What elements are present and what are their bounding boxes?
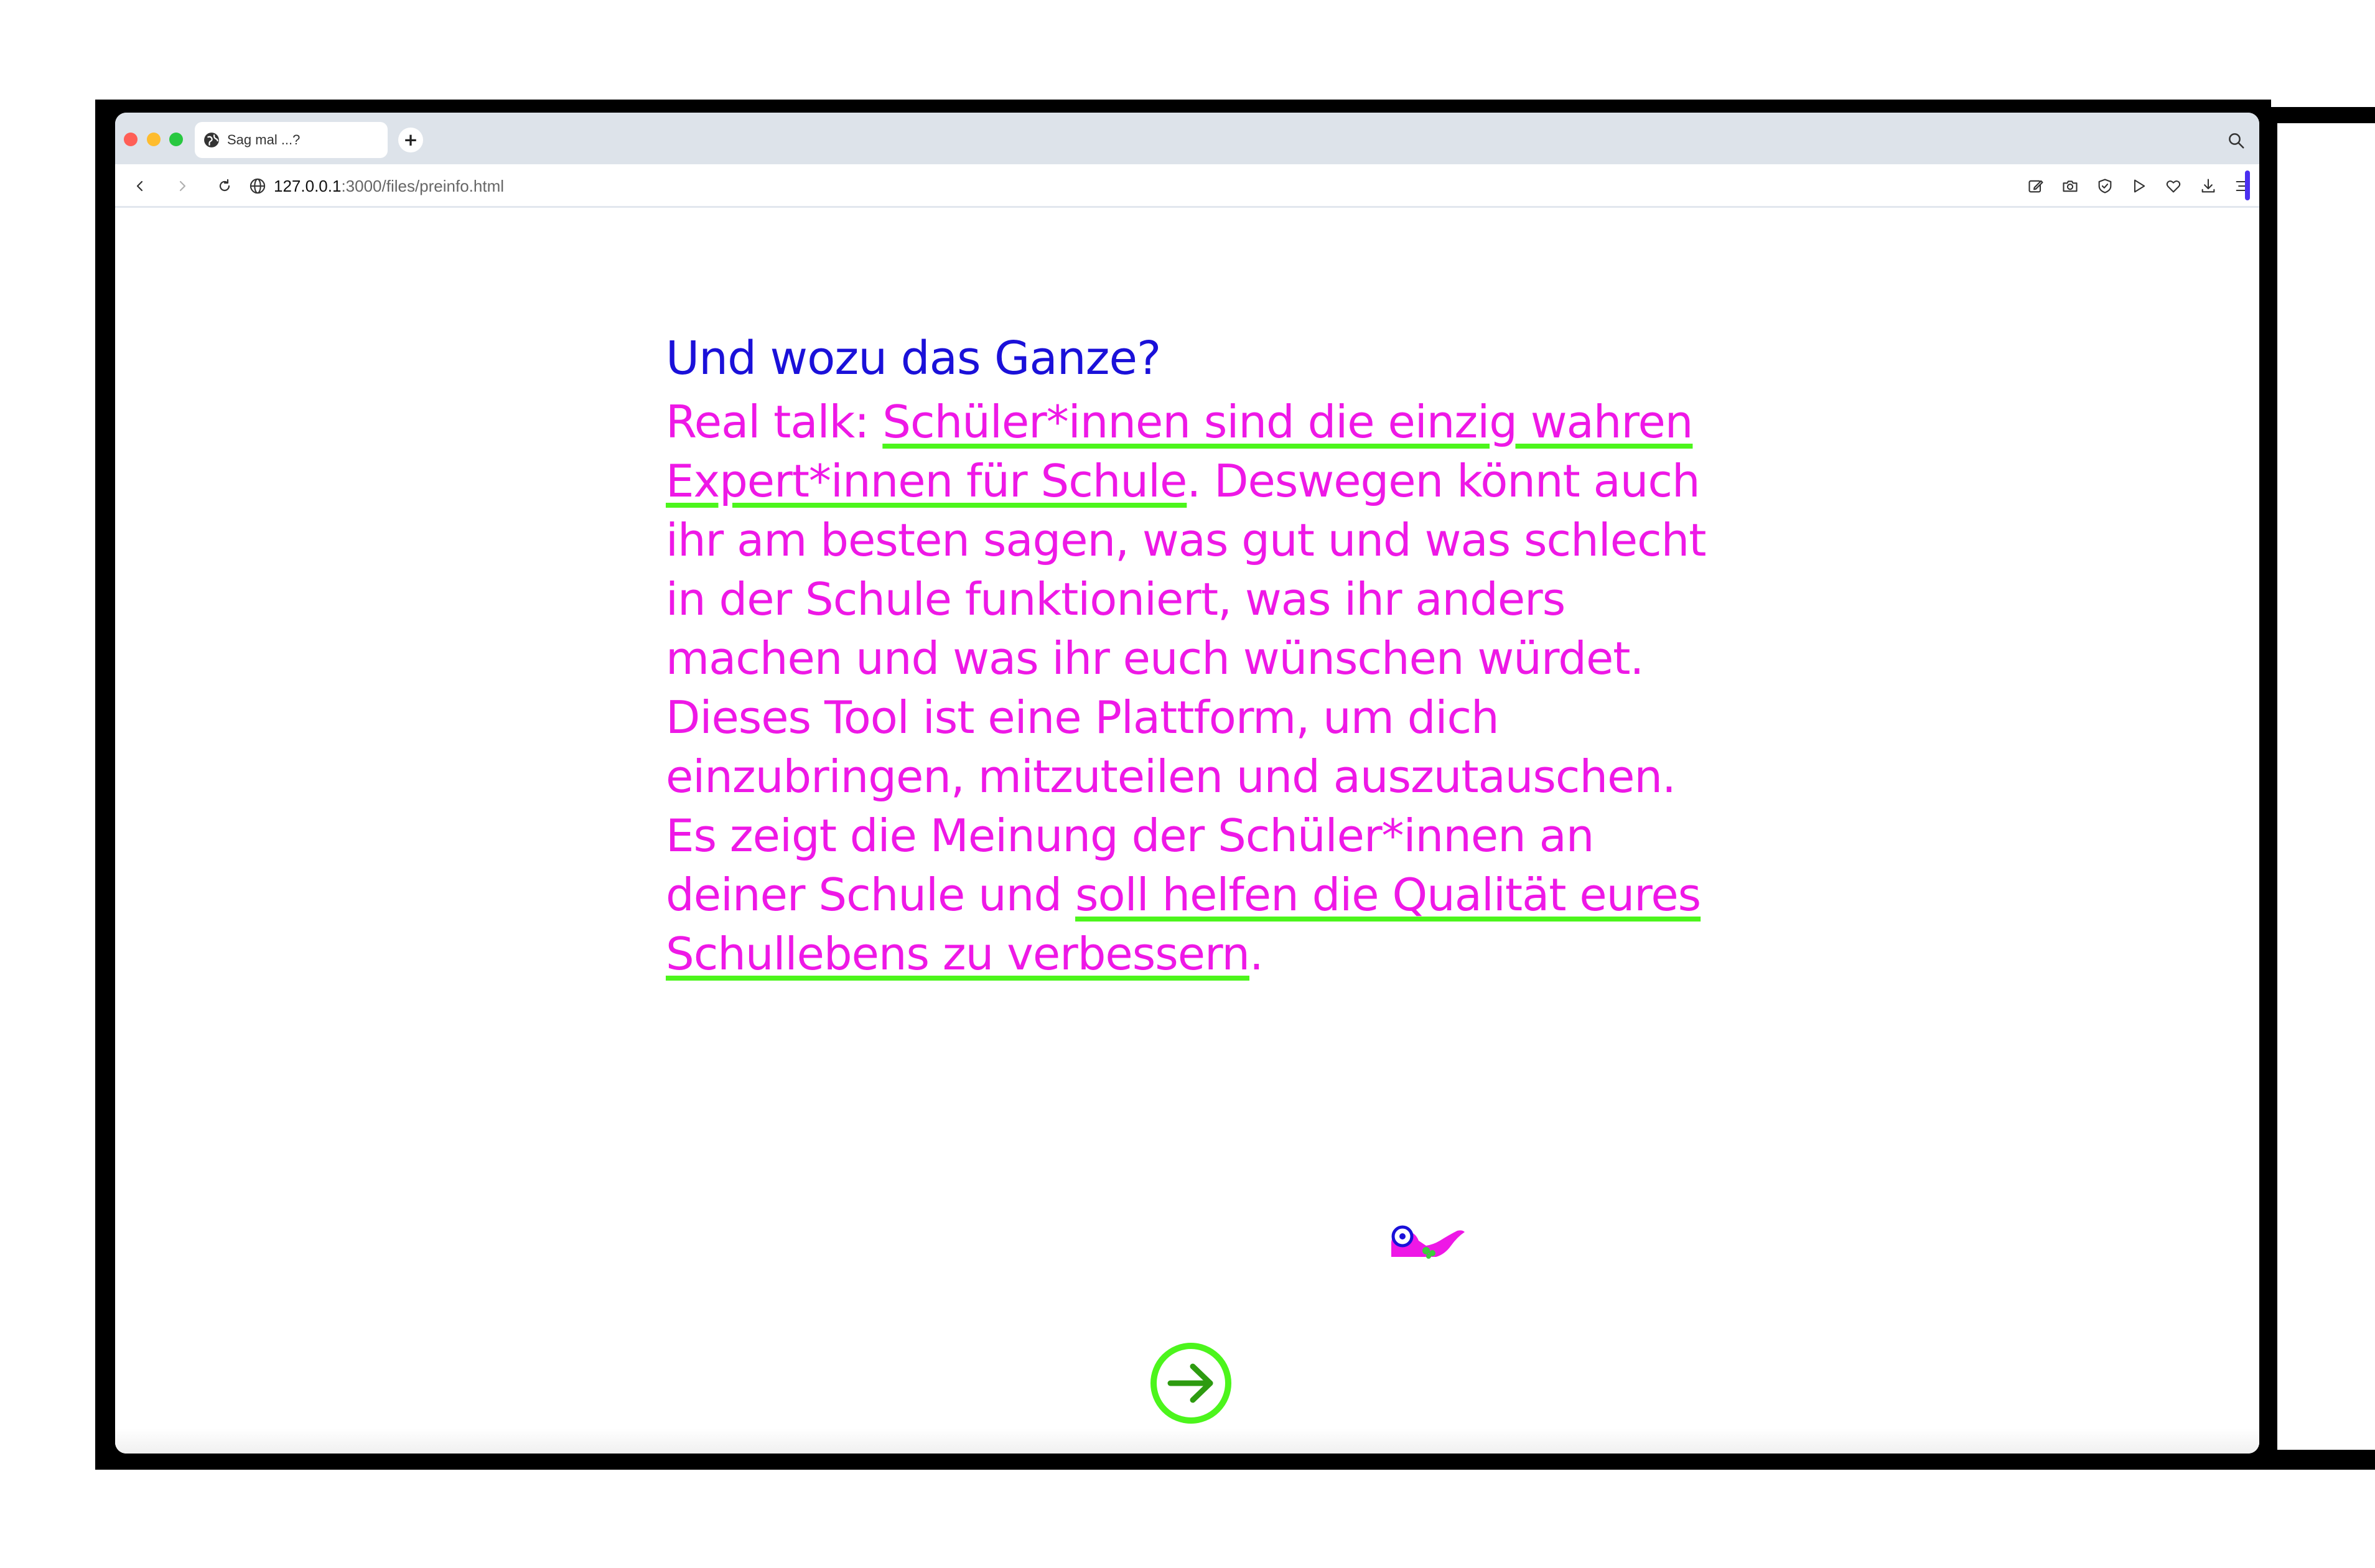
address-toolbar: 127.0.0.1:3000/files/preinfo.html <box>115 164 2259 208</box>
maximize-window-button[interactable] <box>169 133 183 146</box>
url-host: 127.0.0.1 <box>274 176 342 195</box>
browser-window: Sag mal ...? + 127.0.0.1:3000/files/prei… <box>115 113 2259 1454</box>
play-icon <box>2134 179 2145 193</box>
shield-icon <box>2098 179 2112 194</box>
shield-button[interactable] <box>2093 174 2117 198</box>
new-tab-button[interactable]: + <box>398 128 423 152</box>
menu-button[interactable] <box>2230 174 2255 198</box>
sidebar-toggle[interactable] <box>2245 170 2250 200</box>
background-panel <box>2277 123 2375 1450</box>
tab-title: Sag mal ...? <box>227 132 301 147</box>
reload-button[interactable] <box>213 175 236 197</box>
heart-icon <box>2166 180 2181 193</box>
paragraph-middle: . Deswegen könnt auch ihr am besten sage… <box>666 455 1706 921</box>
favorite-button[interactable] <box>2161 174 2186 198</box>
globe-icon <box>204 133 219 147</box>
download-icon <box>2201 179 2215 193</box>
back-icon <box>136 180 143 192</box>
tab-bar: Sag mal ...? + <box>115 113 2259 164</box>
url-path: :3000/files/preinfo.html <box>341 176 505 195</box>
edit-button[interactable] <box>2023 174 2048 198</box>
paragraph-intro: Real talk: <box>666 396 883 448</box>
back-button[interactable] <box>129 175 151 197</box>
page-heading: Und wozu das Ganze? <box>666 332 1161 385</box>
play-button[interactable] <box>2127 174 2152 198</box>
url-text: 127.0.0.1:3000/files/preinfo.html <box>274 177 504 196</box>
next-button[interactable] <box>1149 1342 1233 1425</box>
forward-button[interactable] <box>171 175 194 197</box>
plus-icon: + <box>403 129 418 150</box>
globe-icon <box>250 178 266 194</box>
close-window-button[interactable] <box>124 133 138 146</box>
arrow-right-circle-icon <box>1150 1343 1231 1424</box>
page-content: Und wozu das Ganze? Real talk: Schüler*i… <box>115 208 2259 1454</box>
reload-icon <box>219 179 230 192</box>
bottom-fade <box>115 1429 2259 1454</box>
forward-icon <box>179 180 186 192</box>
edit-icon <box>2028 180 2043 193</box>
minimize-window-button[interactable] <box>147 133 161 146</box>
tab-active[interactable]: Sag mal ...? <box>195 122 388 158</box>
search-icon[interactable] <box>2227 131 2246 150</box>
intro-paragraph: Real talk: Schüler*innen sind die einzig… <box>666 393 1736 984</box>
mascot-icon <box>1391 1225 1465 1259</box>
camera-icon <box>2063 180 2078 192</box>
screenshot-button[interactable] <box>2058 174 2083 198</box>
url-bar[interactable]: 127.0.0.1:3000/files/preinfo.html <box>249 177 504 195</box>
paragraph-end: . <box>1249 928 1264 980</box>
download-button[interactable] <box>2196 174 2221 198</box>
